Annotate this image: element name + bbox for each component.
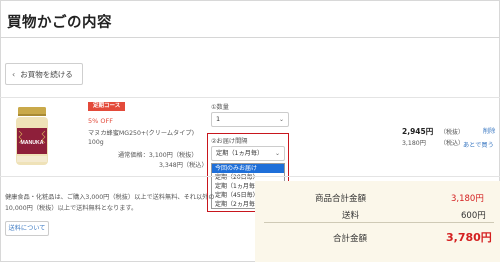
shipping-note: 健康食品・化粧品は、ご購入3,000円（税抜）以上で送料無料、それ以外の 10,… bbox=[5, 192, 215, 214]
chevron-left-icon: ‹ bbox=[12, 69, 16, 79]
jar-bottom bbox=[17, 156, 47, 162]
total-label: 合計金額 bbox=[333, 234, 368, 244]
quantity-select[interactable]: 1 ⌄ bbox=[211, 112, 289, 127]
product-name[interactable]: マヌカ蜂蜜MG250+(クリームタイプ) bbox=[88, 128, 194, 137]
delivery-interval-select[interactable]: 定期（1ヵ月毎） ⌄ bbox=[211, 146, 285, 161]
page-title: 買物かごの内容 bbox=[7, 15, 112, 31]
buy-later-link[interactable]: あとで買う bbox=[463, 140, 494, 149]
product-amount: 100g bbox=[88, 139, 104, 146]
subtotal-value: 3,180円 bbox=[451, 194, 484, 204]
quantity-label: ①数量 bbox=[211, 104, 229, 111]
lower-divider bbox=[0, 176, 500, 177]
continue-shopping-button[interactable]: ‹ お買物を続ける bbox=[5, 63, 83, 85]
jar-lid-rim bbox=[18, 114, 46, 116]
line-total-tax-label: （税抜） bbox=[440, 129, 465, 136]
line-total-tax-incl: 3,180円 bbox=[402, 140, 426, 147]
delivery-selected-value: 定期（1ヵ月毎） bbox=[216, 150, 264, 157]
jar-label-text: MANUKA bbox=[20, 140, 43, 146]
shipping-value: 600円 bbox=[461, 211, 486, 221]
shipping-label: 送料 bbox=[342, 211, 360, 221]
regular-price-tax: 3,348円（税込） bbox=[159, 162, 208, 169]
line-total-tax-incl-label: （税込） bbox=[440, 140, 465, 147]
summary-divider bbox=[264, 222, 494, 223]
regular-price: 通常価格：3,100円（税抜） bbox=[118, 152, 198, 159]
product-image[interactable]: MANUKA bbox=[14, 104, 50, 170]
item-divider bbox=[0, 97, 500, 98]
continue-shopping-label: お買物を続ける bbox=[20, 69, 73, 79]
delivery-option[interactable]: 今回のみお届け bbox=[212, 164, 284, 173]
line-total-price: 2,945円 bbox=[402, 127, 434, 136]
subscription-badge: 定期コース bbox=[88, 102, 126, 111]
discount-text: 5% OFF bbox=[88, 117, 113, 125]
subtotal-label: 商品合計金額 bbox=[315, 194, 367, 204]
title-divider bbox=[0, 37, 500, 38]
delete-link[interactable]: 削除 bbox=[483, 126, 495, 135]
chevron-down-icon: ⌄ bbox=[274, 150, 280, 157]
shipping-note-line: 10,000円（税抜）以上で送料無料となります。 bbox=[5, 205, 138, 212]
quantity-value: 1 bbox=[216, 115, 221, 123]
chevron-down-icon: ⌄ bbox=[278, 116, 284, 123]
shipping-note-line: 健康食品・化粧品は、ご購入3,000円（税抜）以上で送料無料、それ以外の bbox=[5, 194, 215, 201]
shipping-info-button[interactable]: 送料について bbox=[5, 221, 49, 236]
total-value: 3,780円 bbox=[446, 231, 492, 244]
delivery-interval-label: ②お届け間隔 bbox=[211, 138, 248, 145]
